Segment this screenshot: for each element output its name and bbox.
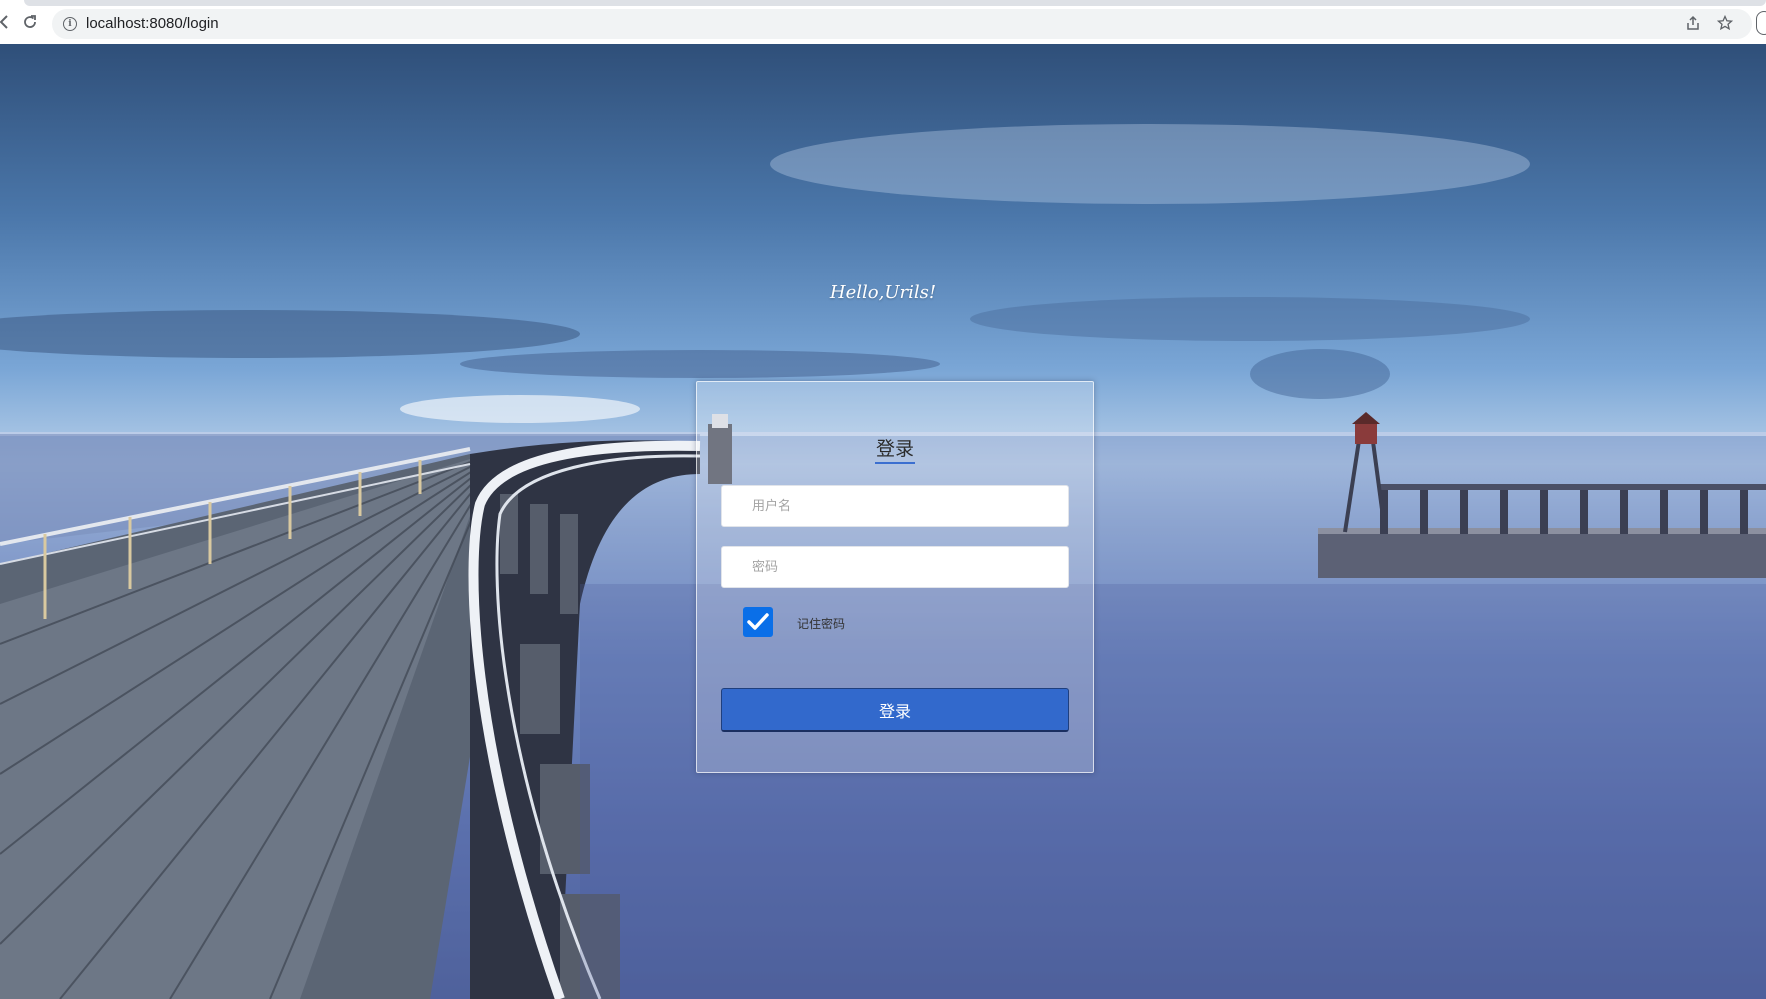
back-arrow-icon[interactable] — [0, 12, 14, 32]
reload-icon[interactable] — [20, 12, 40, 32]
remember-password-label[interactable]: 记住密码 — [797, 615, 845, 632]
address-bar[interactable]: i localhost:8080/login — [52, 9, 1752, 39]
share-icon[interactable] — [1684, 15, 1702, 33]
login-button[interactable]: 登录 — [721, 688, 1069, 732]
browser-toolbar: i localhost:8080/login — [0, 0, 1766, 45]
greeting-text: Hello,Urils! — [829, 282, 937, 303]
username-input[interactable] — [721, 485, 1069, 527]
login-card: 登录 记住密码 登录 — [696, 381, 1094, 773]
password-input[interactable] — [721, 546, 1069, 588]
profile-icon[interactable] — [1756, 11, 1766, 35]
info-icon[interactable]: i — [63, 17, 77, 31]
star-icon[interactable] — [1716, 14, 1734, 33]
login-title: 登录 — [875, 438, 914, 460]
checkmark-icon — [747, 613, 769, 630]
tab-strip — [24, 0, 1766, 6]
remember-password-checkbox[interactable] — [743, 607, 773, 637]
title-underline — [875, 462, 915, 464]
url-text[interactable]: localhost:8080/login — [86, 15, 219, 32]
remember-password-row: 记住密码 — [743, 607, 943, 637]
